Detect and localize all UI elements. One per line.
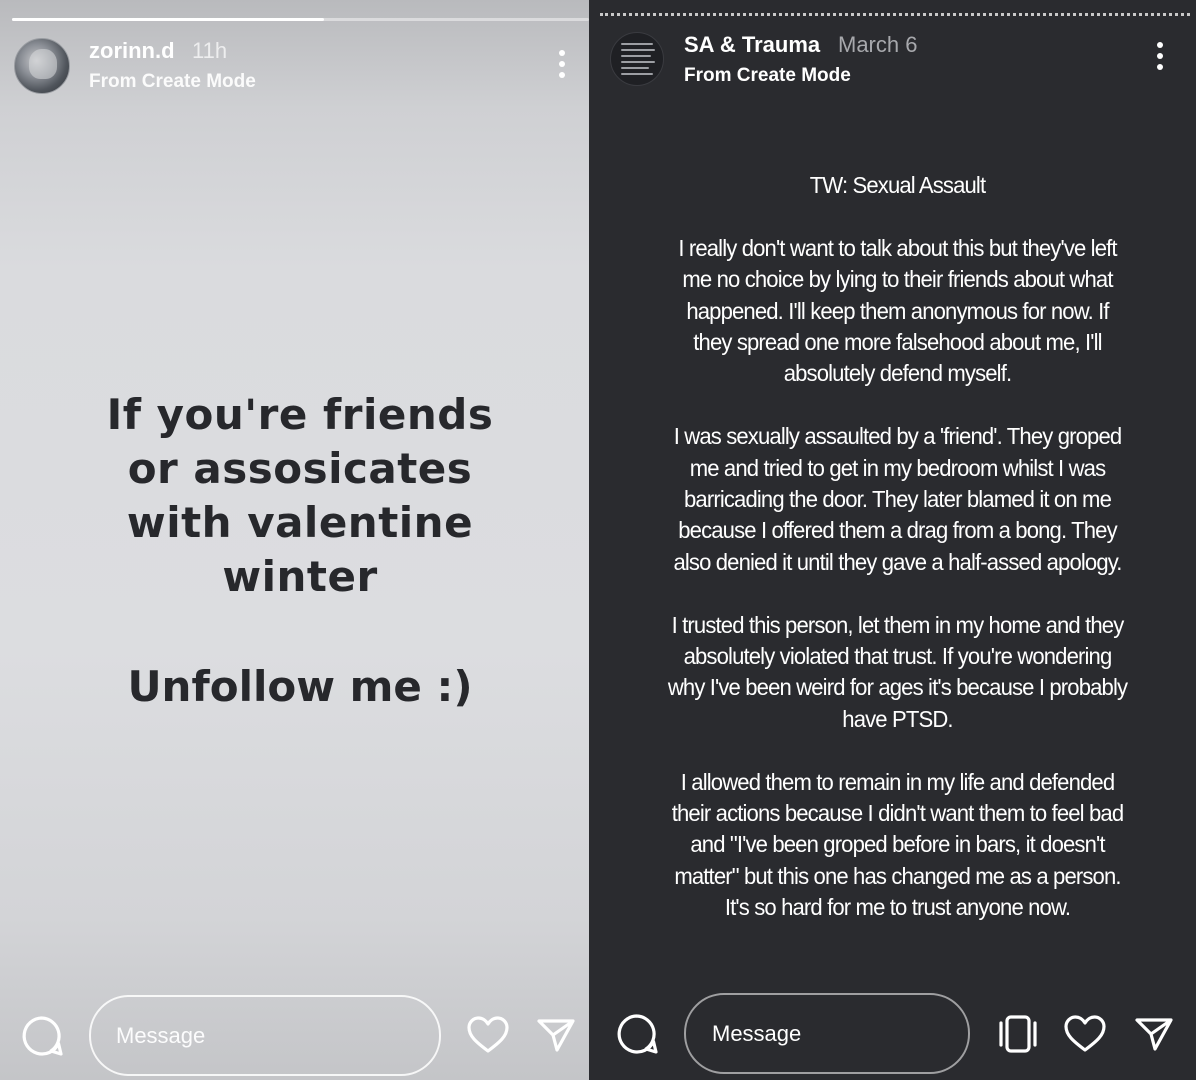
trigger-warning: TW: Sexual Assault bbox=[809, 172, 986, 198]
story-time: March 6 bbox=[838, 32, 918, 57]
avatar[interactable] bbox=[610, 32, 664, 86]
message-input[interactable] bbox=[89, 995, 441, 1076]
story-text-line: If you're friends bbox=[106, 390, 494, 439]
avatar[interactable] bbox=[14, 38, 70, 94]
story-text: If you're friends or assosicates with va… bbox=[40, 388, 560, 604]
story-paragraph: I was sexually assaulted by a 'friend'. … bbox=[673, 423, 1122, 575]
story-text: TW: Sexual Assault I really don't want t… bbox=[665, 170, 1131, 955]
story-text-line: winter bbox=[222, 552, 378, 601]
story-progress-track bbox=[12, 18, 589, 21]
story-left: zorinn.d 11h From Create Mode If you're … bbox=[0, 0, 589, 1080]
story-username[interactable]: zorinn.d bbox=[89, 38, 175, 64]
story-paragraph: I allowed them to remain in my life and … bbox=[671, 768, 1124, 921]
story-username[interactable]: SA & Trauma bbox=[684, 32, 820, 58]
story-subtitle[interactable]: From Create Mode bbox=[684, 65, 851, 87]
story-text-line: with valentine bbox=[126, 498, 474, 547]
comment-icon[interactable] bbox=[615, 1012, 659, 1056]
send-icon[interactable] bbox=[1134, 1015, 1174, 1053]
story-paragraph: I really don't want to talk about this b… bbox=[678, 234, 1117, 387]
message-input[interactable] bbox=[684, 993, 970, 1074]
heart-icon[interactable] bbox=[1063, 1014, 1107, 1054]
send-icon[interactable] bbox=[536, 1016, 576, 1054]
heart-icon[interactable] bbox=[466, 1015, 510, 1055]
story-progress-fill bbox=[12, 18, 324, 21]
story-text-line: or assosicates bbox=[127, 444, 473, 493]
story-paragraph: I trusted this person, let them in my ho… bbox=[667, 611, 1128, 732]
more-icon[interactable] bbox=[552, 48, 572, 82]
more-icon[interactable] bbox=[1150, 40, 1170, 74]
story-time: 11h bbox=[192, 38, 228, 63]
story-cta-text: Unfollow me :) bbox=[127, 662, 473, 711]
carousel-icon[interactable] bbox=[996, 1013, 1040, 1055]
comment-icon[interactable] bbox=[20, 1014, 64, 1058]
story-subtitle[interactable]: From Create Mode bbox=[89, 71, 256, 93]
story-progress-segments bbox=[600, 13, 1190, 16]
